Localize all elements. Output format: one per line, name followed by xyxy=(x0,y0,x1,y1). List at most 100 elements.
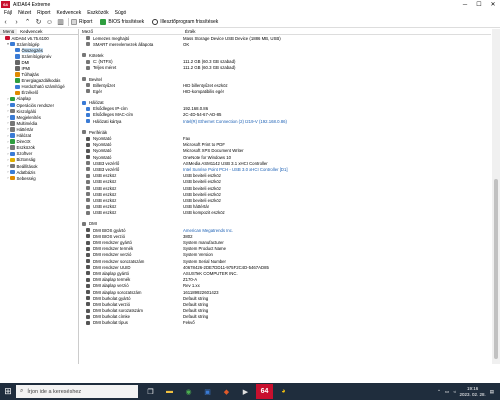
field-label: DMI burkolat címke xyxy=(93,314,131,320)
tree-item-label: Megjelenítés xyxy=(16,114,41,120)
value-cell: Fekvő xyxy=(183,320,195,326)
media-icon[interactable]: ▶ xyxy=(237,384,254,399)
system-tray: ⌃ ▭ ◃ 19:16 2023. 02. 28. ▤ xyxy=(437,383,494,400)
field-label: SMART merevlemezek állapota xyxy=(93,41,154,47)
chrome-icon[interactable]: ◕ xyxy=(275,384,292,399)
menu-help[interactable]: Súgó xyxy=(115,10,127,16)
field-label: Teljes méret xyxy=(93,65,117,71)
back-icon[interactable]: ‹ xyxy=(0,17,11,27)
tree-item-icon xyxy=(10,163,15,169)
store-icon[interactable]: ▣ xyxy=(199,384,216,399)
file-explorer-icon[interactable]: ▬ xyxy=(161,384,178,399)
browser-icon[interactable]: ◉ xyxy=(180,384,197,399)
field-label: Nyomtató xyxy=(93,154,112,160)
field-cell: USB3 vezérlő xyxy=(80,161,183,166)
menu-file[interactable]: Fájl xyxy=(4,10,12,16)
tree-item-icon xyxy=(10,96,15,102)
driver-update-button[interactable]: Illesztőprogram frissítések xyxy=(152,19,218,25)
field-label: Lemezes meghajtó xyxy=(93,35,130,41)
value-cell: HID-kompatibilis egér xyxy=(183,88,225,94)
aida64-taskbar-icon[interactable]: 64 xyxy=(256,384,273,399)
value-link[interactable]: Intel(R) Ethernet Connection (2) I219-V … xyxy=(183,119,287,124)
close-icon[interactable]: ✕ xyxy=(486,0,500,9)
tree-item-icon xyxy=(10,121,15,126)
menu-report[interactable]: Riport xyxy=(37,10,50,16)
menu-view[interactable]: Nézet xyxy=(18,10,31,16)
network-icon[interactable]: ▭ xyxy=(445,389,449,395)
field-cell: DMI alaplap gyártó xyxy=(80,271,183,276)
field-label: DMI BIOS verzió xyxy=(93,233,125,239)
search-icon xyxy=(152,19,159,25)
menu-favorites[interactable]: Kedvencek xyxy=(56,10,81,16)
scrollbar-thumb[interactable] xyxy=(494,179,498,359)
field-label: USB3 vezérlő xyxy=(93,160,120,166)
bios-update-button[interactable]: BIOS frissítések xyxy=(100,19,144,25)
app-icon[interactable]: ◆ xyxy=(218,384,235,399)
tree-item-label: Energiagazdálkodás xyxy=(21,78,61,84)
tree-item-label: Hálózat xyxy=(16,133,32,139)
refresh-icon[interactable]: ↻ xyxy=(33,17,44,27)
report-button[interactable]: Riport xyxy=(71,19,92,25)
row-icon xyxy=(86,89,90,94)
value-link[interactable]: American Megatrends Inc. xyxy=(183,228,233,233)
field-label: DMI alaplap sorozatszám xyxy=(93,289,142,295)
volume-icon[interactable]: ◃ xyxy=(453,389,455,395)
field-cell: Egér xyxy=(80,89,183,94)
field-label: Billentyűzet xyxy=(93,82,115,88)
column-header-field[interactable]: Mező xyxy=(80,29,185,34)
tab-menu[interactable]: Menü xyxy=(0,29,18,34)
value-cell: Fax xyxy=(183,136,191,142)
row-icon xyxy=(82,221,86,226)
row-icon xyxy=(86,277,90,282)
vertical-scrollbar[interactable] xyxy=(492,29,500,364)
field-cell: DMI rendszer gyártó xyxy=(80,240,183,245)
windows-start-icon[interactable]: ⊞ xyxy=(0,383,16,400)
taskbar-search[interactable]: ⌕ Írjon ide a kereséshez xyxy=(16,385,138,398)
tree-item-icon xyxy=(10,127,15,132)
tree-item-icon xyxy=(15,84,20,90)
field-cell: USB eszköz xyxy=(80,186,183,191)
row-icon xyxy=(82,77,86,82)
field-label: Perifériák xyxy=(89,129,108,135)
task-view-icon[interactable]: ❐ xyxy=(142,384,159,399)
tree-item-icon xyxy=(15,78,20,83)
minimize-icon[interactable]: ─ xyxy=(458,0,472,9)
field-cell: DMI alaplap sorozatszám xyxy=(80,290,183,295)
value-link[interactable]: Intel Sunrise Point PCH - USB 3.0 xHCI C… xyxy=(183,167,288,172)
tree-item[interactable]: › Sebesség xyxy=(0,175,78,181)
row-icon xyxy=(86,155,90,160)
field-label: Elsődleges MAC-cím xyxy=(93,112,134,118)
tree-item-icon xyxy=(10,139,15,144)
menu-tools[interactable]: Eszközök xyxy=(87,10,108,16)
field-cell: DMI BIOS gyártó xyxy=(80,228,183,233)
value-cell: OneNote for Windows 10 xyxy=(183,154,232,160)
row-icon xyxy=(86,246,90,251)
field-cell: DMI rendszer sorozatszám xyxy=(80,259,183,264)
row-icon xyxy=(86,167,90,172)
row-icon xyxy=(86,36,90,41)
forward-icon[interactable]: › xyxy=(11,17,22,27)
row-icon xyxy=(86,186,90,191)
column-header-value[interactable]: Érték xyxy=(185,29,196,34)
value-cell: System Version xyxy=(183,252,213,258)
notifications-icon[interactable]: ▤ xyxy=(490,389,494,395)
tab-favorites[interactable]: Kedvencek xyxy=(17,29,45,34)
chart-icon[interactable]: ▥ xyxy=(55,17,66,27)
tree-item-label: DMI xyxy=(21,59,30,65)
user-icon[interactable]: ☺ xyxy=(44,17,55,27)
clock[interactable]: 19:16 2023. 02. 28. xyxy=(459,386,485,397)
value-cell: Z170-A xyxy=(183,277,198,283)
clock-date: 2023. 02. 28. xyxy=(459,391,486,397)
row-icon xyxy=(86,308,90,313)
tree-item-icon xyxy=(10,115,15,120)
value-cell: USB háttértár xyxy=(183,204,210,210)
tray-chevron-icon[interactable]: ⌃ xyxy=(437,389,441,395)
maximize-icon[interactable]: ☐ xyxy=(472,0,486,9)
field-cell: C: (NTFS) xyxy=(80,59,183,64)
field-label: Egér xyxy=(93,88,103,94)
row-icon xyxy=(86,106,90,111)
tree-item-label: AIDA64 v6.75.6100 xyxy=(11,35,49,41)
table-row[interactable]: DMI burkolat típus Fekvő xyxy=(80,320,491,326)
up-icon[interactable]: ⌃ xyxy=(22,17,33,27)
tree-item-label: Eszközök xyxy=(16,145,35,151)
